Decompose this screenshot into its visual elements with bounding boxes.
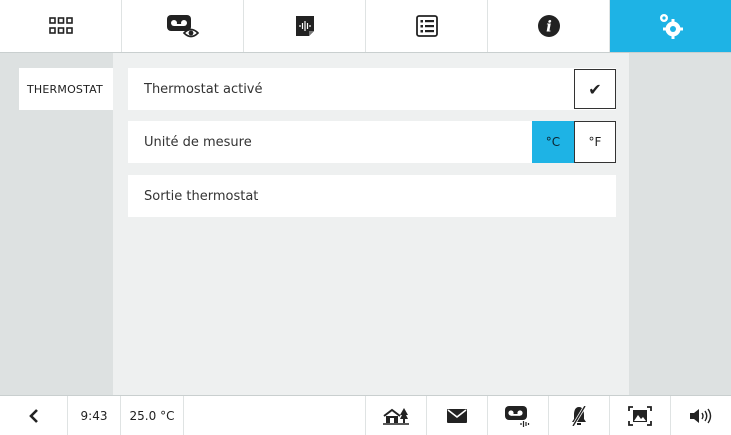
thermostat-enabled-label: Thermostat activé	[144, 81, 263, 97]
sidebar-item-label: THERMOSTAT	[27, 82, 103, 96]
tab-audio-notes[interactable]	[244, 0, 366, 52]
clock: 9:43	[68, 396, 121, 435]
temperature-readout: 25.0 °C	[121, 396, 184, 435]
unit-row: Unité de mesure °C °F	[128, 121, 616, 163]
time-text: 9:43	[80, 408, 108, 423]
thermostat-enabled-row: Thermostat activé ✔	[128, 68, 616, 110]
tab-home-grid[interactable]	[0, 0, 122, 52]
voicemail-eye-icon	[166, 15, 199, 38]
checkmark-icon: ✔	[588, 79, 602, 99]
temperature-text: 25.0 °C	[129, 408, 175, 423]
picture-frame-icon	[628, 405, 652, 426]
tab-list[interactable]	[366, 0, 488, 52]
settings-gears-icon	[659, 14, 683, 39]
voicemail-audio-icon	[505, 405, 530, 427]
bottom-spacer	[184, 396, 366, 435]
voicemail-button[interactable]	[488, 396, 549, 435]
messages-button[interactable]	[427, 396, 488, 435]
thermostat-enabled-checkbox[interactable]: ✔	[574, 69, 616, 109]
list-icon	[415, 15, 438, 37]
photo-frame-button[interactable]	[610, 396, 671, 435]
thermostat-output-label: Sortie thermostat	[144, 188, 259, 204]
tab-info[interactable]: i	[488, 0, 610, 52]
mail-icon	[447, 408, 467, 423]
top-tab-bar: i	[0, 0, 731, 53]
tab-settings[interactable]	[610, 0, 731, 52]
sidebar: THERMOSTAT	[0, 53, 113, 395]
thermostat-output-row[interactable]: Sortie thermostat	[128, 175, 616, 217]
tab-voicemail-view[interactable]	[122, 0, 244, 52]
ring-mute-button[interactable]	[549, 396, 610, 435]
bell-muted-icon	[571, 405, 587, 426]
svg-text:i: i	[546, 18, 552, 36]
audio-note-icon	[295, 16, 314, 36]
home-scenario-button[interactable]	[366, 396, 427, 435]
grid-icon	[48, 17, 73, 34]
unit-celsius-button[interactable]: °C	[532, 121, 574, 163]
volume-button[interactable]	[671, 396, 731, 435]
sidebar-item-thermostat[interactable]: THERMOSTAT	[19, 68, 113, 110]
unit-fahrenheit-button[interactable]: °F	[574, 121, 616, 163]
settings-panel: Thermostat activé ✔ Unité de mesure °C °…	[113, 53, 629, 395]
back-button[interactable]	[0, 396, 68, 435]
speaker-icon	[690, 408, 712, 423]
home-trees-icon	[383, 407, 409, 425]
chevron-left-icon	[28, 408, 38, 423]
bottom-status-bar: 9:43 25.0 °C	[0, 395, 731, 435]
right-margin	[629, 53, 731, 395]
info-icon: i	[537, 15, 560, 37]
